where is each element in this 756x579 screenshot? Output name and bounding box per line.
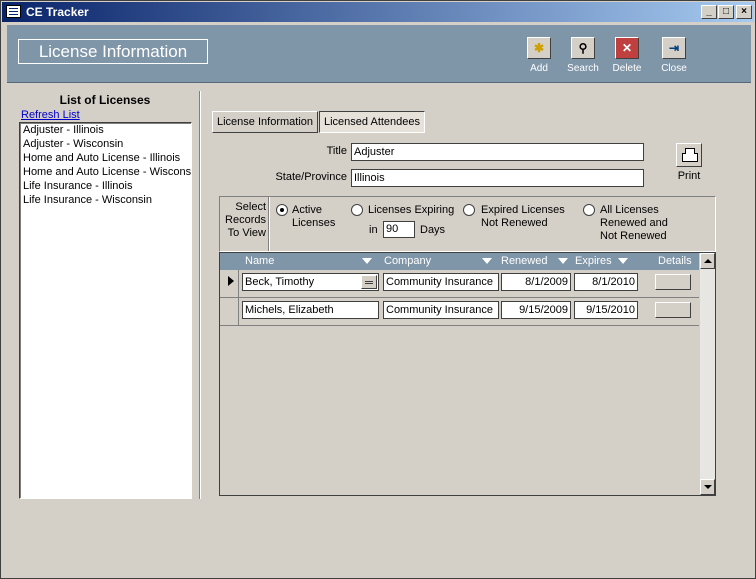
attendee-name: Beck, Timothy	[245, 276, 315, 288]
tab-licensed-attendees[interactable]: Licensed Attendees	[319, 111, 426, 133]
expires-column-header[interactable]: Expires	[575, 255, 612, 267]
panel-divider	[199, 91, 201, 499]
search-button[interactable]: ⚲ Search	[558, 37, 608, 74]
expires-sort-arrow-icon[interactable]	[618, 258, 628, 264]
details-column-header: Details	[658, 255, 692, 267]
name-sort-arrow-icon[interactable]	[362, 258, 372, 264]
print-button[interactable]: Print	[671, 143, 707, 182]
licenses-expiring-radio[interactable]	[351, 204, 363, 216]
grid-header: Name Company Renewed Expires Details	[220, 253, 701, 270]
minimize-button[interactable]: _	[701, 5, 717, 19]
tab-license-information[interactable]: License Information	[212, 111, 318, 133]
delete-label: Delete	[612, 63, 642, 74]
close-button[interactable]: ⇥ Close	[649, 37, 699, 74]
renewed-sort-arrow-icon[interactable]	[558, 258, 568, 264]
all-licenses-label: All Licenses Renewed and Not Renewed	[600, 204, 668, 242]
state-field[interactable]: Illinois	[351, 169, 644, 187]
record-filter: Select Records To View Active Licenses L…	[219, 196, 716, 252]
list-item[interactable]: Home and Auto License - Wisconsin	[20, 165, 191, 179]
app-icon[interactable]	[6, 5, 21, 18]
renewed-cell[interactable]: 9/15/2009	[501, 301, 571, 319]
scroll-down-icon[interactable]	[700, 479, 715, 495]
refresh-list-link[interactable]: Refresh List	[21, 109, 80, 121]
company-cell[interactable]: Community Insurance	[383, 273, 499, 291]
active-licenses-radio[interactable]	[276, 204, 288, 216]
license-list-title: List of Licenses	[59, 93, 151, 107]
state-label: State/Province	[275, 171, 347, 183]
binoculars-icon: ⚲	[571, 37, 595, 59]
company-column-header[interactable]: Company	[384, 255, 431, 267]
printer-icon	[676, 143, 702, 167]
expired-licenses-label: Expired Licenses Not Renewed	[481, 204, 565, 229]
attendees-grid: Name Company Renewed Expires Details Bec…	[219, 252, 716, 496]
attendee-name-cell[interactable]: Michels, Elizabeth	[242, 301, 379, 319]
row-selector[interactable]	[220, 270, 239, 298]
renewed-cell[interactable]: 8/1/2009	[501, 273, 571, 291]
app-window: CE Tracker _ □ × License Information ✱ A…	[0, 0, 756, 579]
scroll-up-icon[interactable]	[700, 253, 715, 269]
license-listbox[interactable]: Adjuster - Illinois Adjuster - Wisconsin…	[19, 122, 192, 499]
list-item[interactable]: Life Insurance - Illinois	[20, 179, 191, 193]
name-column-header[interactable]: Name	[245, 255, 274, 267]
page-title: License Information	[18, 39, 208, 64]
select-records-label: Select Records To View	[225, 201, 266, 239]
title-label: Title	[326, 145, 347, 157]
title-bar[interactable]: CE Tracker _ □ ×	[2, 2, 754, 22]
search-label: Search	[567, 63, 599, 74]
company-sort-arrow-icon[interactable]	[482, 258, 492, 264]
details-button[interactable]	[655, 274, 691, 290]
all-licenses-radio[interactable]	[583, 204, 595, 216]
table-row[interactable]: Beck, Timothy Community Insurance 8/1/20…	[220, 270, 701, 298]
delete-icon: ✕	[615, 37, 639, 59]
close-window-button[interactable]: ×	[736, 5, 752, 19]
renewed-column-header[interactable]: Renewed	[501, 255, 547, 267]
add-record-icon: ✱	[527, 37, 551, 59]
company-cell[interactable]: Community Insurance	[383, 301, 499, 319]
licenses-expiring-label: Licenses Expiring	[368, 204, 455, 216]
expiring-in-label: in	[369, 224, 378, 236]
grid-scrollbar[interactable]	[699, 253, 715, 495]
list-item[interactable]: Home and Auto License - Illinois	[20, 151, 191, 165]
title-field[interactable]: Adjuster	[351, 143, 644, 161]
list-item[interactable]: Life Insurance - Wisconsin	[20, 193, 191, 207]
expired-licenses-radio[interactable]	[463, 204, 475, 216]
name-dropdown-icon[interactable]	[361, 275, 377, 289]
expiring-days-label: Days	[420, 224, 446, 236]
active-licenses-label: Active Licenses	[292, 204, 336, 229]
print-label: Print	[677, 170, 701, 182]
details-button[interactable]	[655, 302, 691, 318]
expiring-days-input[interactable]: 90	[383, 221, 415, 238]
exit-door-icon: ⇥	[662, 37, 686, 59]
add-button[interactable]: ✱ Add	[514, 37, 564, 74]
maximize-button[interactable]: □	[718, 5, 734, 19]
filter-separator	[268, 197, 270, 251]
list-item[interactable]: Adjuster - Illinois	[20, 123, 191, 137]
attendee-name-combo[interactable]: Beck, Timothy	[242, 273, 379, 291]
table-row[interactable]: Michels, Elizabeth Community Insurance 9…	[220, 298, 701, 326]
form-header: License Information ✱ Add ⚲ Search ✕ Del…	[7, 25, 751, 83]
current-row-arrow-icon	[228, 276, 234, 286]
delete-button[interactable]: ✕ Delete	[602, 37, 652, 74]
add-label: Add	[530, 63, 548, 74]
list-item[interactable]: Adjuster - Wisconsin	[20, 137, 191, 151]
expires-cell[interactable]: 9/15/2010	[574, 301, 638, 319]
expires-cell[interactable]: 8/1/2010	[574, 273, 638, 291]
window-title: CE Tracker	[26, 5, 89, 19]
row-selector[interactable]	[220, 298, 239, 326]
close-label: Close	[661, 63, 687, 74]
